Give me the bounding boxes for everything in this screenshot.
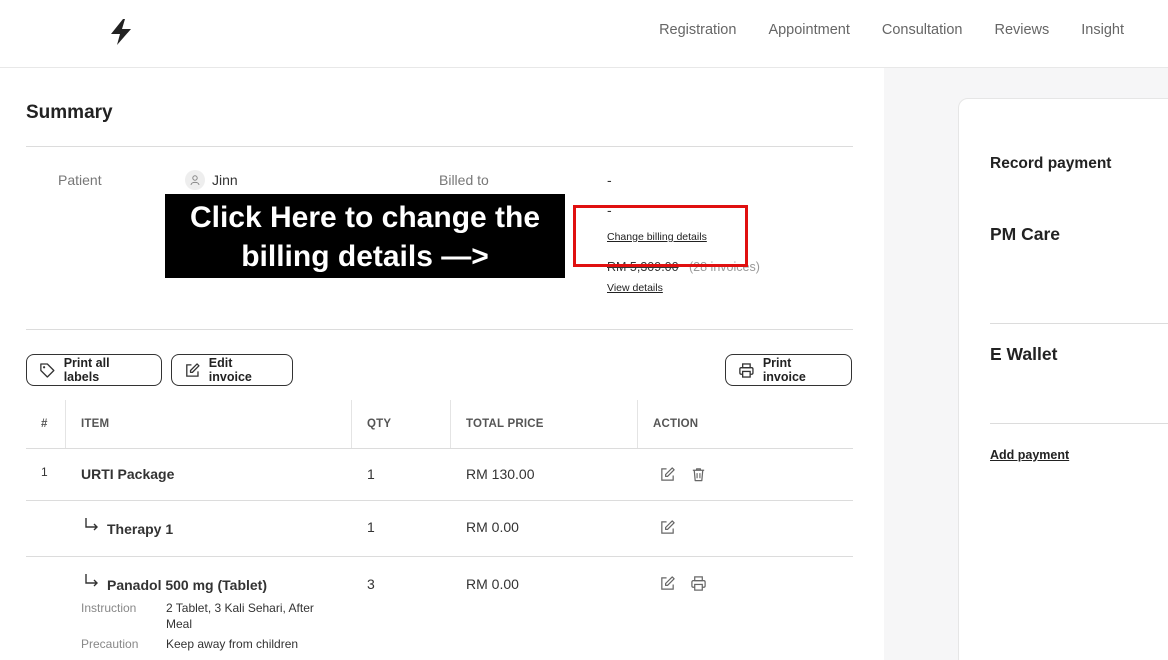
callout-line1: Click Here to change the — [189, 201, 541, 234]
billed-to-label: Billed to — [439, 172, 489, 188]
printer-icon — [739, 362, 754, 378]
row-item: Panadol 500 mg (Tablet) — [107, 577, 267, 593]
highlight-box — [573, 205, 748, 267]
nav-insight[interactable]: Insight — [1081, 22, 1124, 38]
payment-method-pm-care[interactable]: PM Care — [990, 224, 1060, 245]
row-num: 1 — [41, 465, 48, 479]
row-price: RM 130.00 — [466, 466, 535, 482]
col-header-num: # — [41, 418, 48, 430]
sub-item-arrow-icon — [85, 518, 98, 531]
edit-icon[interactable] — [659, 519, 676, 536]
divider — [990, 323, 1168, 324]
page-title: Summary — [26, 102, 113, 123]
edit-invoice-button[interactable]: Edit invoice — [171, 354, 293, 386]
row-qty: 1 — [367, 466, 375, 482]
col-separator — [351, 400, 352, 448]
row-qty: 1 — [367, 519, 375, 535]
divider — [990, 423, 1168, 424]
top-navbar: Registration Appointment Consultation Re… — [0, 0, 1168, 68]
table-divider — [26, 556, 853, 557]
nav-registration[interactable]: Registration — [659, 22, 736, 38]
print-invoice-label: Print invoice — [762, 356, 806, 384]
callout-line2: billing details —> — [241, 240, 489, 273]
row-qty: 3 — [367, 576, 375, 592]
print-invoice-button[interactable]: Print invoice — [725, 354, 852, 386]
divider — [26, 146, 853, 147]
nav-reviews[interactable]: Reviews — [994, 22, 1049, 38]
instruction-line1: 2 Tablet, 3 Kali Sehari, After — [166, 601, 314, 615]
add-payment-link[interactable]: Add payment — [990, 448, 1069, 462]
patient-label: Patient — [58, 172, 102, 188]
col-header-qty: QTY — [367, 418, 392, 430]
row-item: Therapy 1 — [107, 521, 174, 537]
row-item: URTI Package — [81, 466, 175, 482]
user-icon — [190, 175, 200, 186]
row-price: RM 0.00 — [466, 519, 519, 535]
print-all-labels-button[interactable]: Print all labels — [26, 354, 162, 386]
tutorial-callout: Click Here to change the billing details… — [165, 194, 565, 278]
table-divider — [26, 448, 853, 449]
instruction-line2: Meal — [166, 617, 193, 631]
col-header-price: TOTAL PRICE — [466, 418, 544, 430]
print-all-labels-label: Print all labels — [63, 356, 110, 384]
main-nav: Registration Appointment Consultation Re… — [659, 22, 1124, 38]
view-details-link[interactable]: View details — [607, 282, 663, 294]
avatar — [185, 170, 205, 190]
patient-name[interactable]: Jinn — [212, 172, 238, 188]
payment-method-e-wallet[interactable]: E Wallet — [990, 344, 1057, 365]
table-divider — [26, 500, 853, 501]
col-separator — [637, 400, 638, 448]
invoice-main: Summary Patient Jinn Billed to - - Chang… — [0, 68, 884, 660]
printer-icon[interactable] — [690, 575, 707, 592]
precaution-value: Keep away from children — [166, 637, 299, 651]
precaution-label: Precaution — [81, 637, 139, 651]
lightning-logo-icon[interactable] — [108, 18, 134, 46]
col-separator — [450, 400, 451, 448]
record-payment-title: Record payment — [990, 155, 1112, 172]
edit-invoice-label: Edit invoice — [208, 356, 252, 384]
col-header-action: ACTION — [653, 418, 699, 430]
record-payment-card — [958, 98, 1168, 660]
nav-consultation[interactable]: Consultation — [882, 22, 963, 38]
sub-item-arrow-icon — [85, 574, 98, 587]
edit-icon[interactable] — [659, 575, 676, 592]
trash-icon[interactable] — [690, 466, 707, 483]
billed-to-value: - — [607, 172, 612, 188]
col-separator — [65, 400, 66, 448]
nav-appointment[interactable]: Appointment — [768, 22, 849, 38]
row-price: RM 0.00 — [466, 576, 519, 592]
divider — [26, 329, 853, 330]
edit-icon[interactable] — [659, 466, 676, 483]
tag-icon — [40, 362, 55, 378]
edit-icon — [186, 362, 200, 377]
col-header-item: ITEM — [81, 418, 110, 430]
instruction-label: Instruction — [81, 601, 137, 615]
